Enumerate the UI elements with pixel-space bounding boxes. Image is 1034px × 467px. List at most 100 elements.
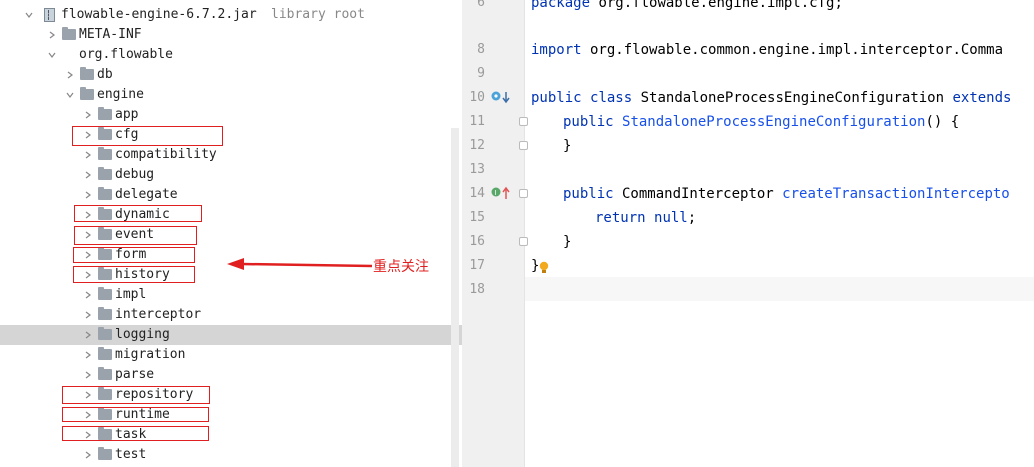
- chevron-right-icon[interactable]: [81, 165, 95, 185]
- tree-scrollbar[interactable]: [451, 128, 459, 467]
- highlight-box-runtime: [62, 407, 209, 422]
- tree-item-impl[interactable]: impl: [0, 285, 462, 305]
- tree-item-delegate[interactable]: delegate: [0, 185, 462, 205]
- line-number: 14: [469, 186, 485, 201]
- tree-item-label: db: [97, 67, 113, 82]
- tree-item-app[interactable]: app: [0, 105, 462, 125]
- tree-item-logging[interactable]: logging: [0, 325, 462, 345]
- line-number: 15: [469, 210, 485, 225]
- folder-icon: [80, 67, 94, 80]
- folder-icon: [98, 307, 112, 320]
- line-number: 13: [469, 162, 485, 177]
- fold-marker[interactable]: [519, 117, 528, 126]
- library-root-hint: library root: [271, 7, 365, 22]
- folder-icon: [98, 187, 112, 200]
- code-line-14: public CommandInterceptor createTransact…: [563, 186, 1010, 202]
- line-number: 12: [469, 138, 485, 153]
- code-line-10: public class StandaloneProcessEngineConf…: [531, 90, 1012, 106]
- fold-marker[interactable]: [519, 189, 528, 198]
- chevron-down-icon[interactable]: [22, 5, 36, 25]
- tree-item-label: debug: [115, 167, 155, 182]
- code-line-12: }: [563, 138, 572, 154]
- code-line-15: return null;: [595, 210, 697, 226]
- chevron-right-icon[interactable]: [81, 365, 95, 385]
- tree-root-label: flowable-engine-6.7.2.jar: [61, 7, 257, 22]
- implements-gutter-icon[interactable]: I: [491, 186, 513, 202]
- line-number: 9: [477, 66, 485, 81]
- folder-icon: [98, 287, 112, 300]
- chevron-right-icon[interactable]: [63, 65, 77, 85]
- folder-icon: [98, 147, 112, 160]
- chevron-right-icon[interactable]: [81, 305, 95, 325]
- tree-item-label: delegate: [115, 187, 178, 202]
- code-editor[interactable]: 6 8 9 10 11 12 13 14 15 16 17 18 I packa…: [462, 0, 1034, 467]
- folder-icon: [98, 367, 112, 380]
- tree-item-label: META-INF: [79, 27, 142, 42]
- chevron-right-icon[interactable]: [81, 285, 95, 305]
- highlight-box-event: [74, 226, 197, 245]
- tree-item-label: interceptor: [115, 307, 202, 322]
- code-line-16: }: [563, 234, 572, 250]
- code-line-6: package org.flowable.engine.impl.cfg;: [531, 0, 843, 11]
- tree-item-migration[interactable]: migration: [0, 345, 462, 365]
- line-number: 6: [477, 0, 485, 10]
- chevron-right-icon[interactable]: [81, 445, 95, 465]
- line-number: 8: [477, 42, 485, 57]
- code-line-8: import org.flowable.common.engine.impl.i…: [531, 42, 1004, 58]
- tree-item-label: impl: [115, 287, 147, 302]
- tree-item-test[interactable]: test: [0, 445, 462, 465]
- line-number: 18: [469, 282, 485, 297]
- highlight-box-form: [73, 247, 195, 263]
- current-line-highlight: [462, 277, 1034, 301]
- tree-item-label: migration: [115, 347, 186, 362]
- tree-root-row[interactable]: flowable-engine-6.7.2.jar library root: [0, 5, 462, 25]
- chevron-right-icon[interactable]: [81, 105, 95, 125]
- chevron-right-icon[interactable]: [81, 185, 95, 205]
- project-tree-panel: flowable-engine-6.7.2.jar library root M…: [0, 0, 462, 467]
- tree-item-db[interactable]: db: [0, 65, 462, 85]
- folder-icon: [80, 87, 94, 100]
- tree-item-label: org.flowable: [79, 47, 173, 62]
- tree-item-label: engine: [97, 87, 144, 102]
- tree-item-parse[interactable]: parse: [0, 365, 462, 385]
- line-number: 16: [469, 234, 485, 249]
- chevron-right-icon[interactable]: [81, 325, 95, 345]
- tree-item-label: test: [115, 447, 147, 462]
- folder-icon: [98, 327, 112, 340]
- fold-marker[interactable]: [519, 237, 528, 246]
- tree-item-compatibility[interactable]: compatibility: [0, 145, 462, 165]
- overrides-gutter-icon[interactable]: [491, 90, 513, 106]
- chevron-down-icon[interactable]: [63, 85, 77, 105]
- fold-marker[interactable]: [519, 141, 528, 150]
- tree-item-interceptor[interactable]: interceptor: [0, 305, 462, 325]
- tree-item-label: app: [115, 107, 139, 122]
- line-number: 17: [469, 258, 485, 273]
- tree-item-org-flowable[interactable]: org.flowable: [0, 45, 462, 65]
- annotation-text: 重点关注: [373, 259, 429, 275]
- chevron-down-icon[interactable]: [45, 45, 59, 65]
- tree-item-cfg[interactable]: cfg: [0, 125, 462, 145]
- highlight-box-dynamic: [74, 205, 202, 222]
- highlight-box-history: [73, 266, 195, 283]
- highlight-box-cfg: [72, 126, 223, 146]
- folder-icon: [98, 447, 112, 460]
- line-number: 11: [469, 114, 485, 129]
- folder-icon: [98, 347, 112, 360]
- tree-item-engine[interactable]: engine: [0, 85, 462, 105]
- line-number: 10: [469, 90, 485, 105]
- tree-item-dynamic[interactable]: dynamic: [0, 205, 462, 225]
- jar-icon: [44, 8, 55, 22]
- code-line-11: public StandaloneProcessEngineConfigurat…: [563, 114, 960, 130]
- folder-icon: [98, 167, 112, 180]
- folder-icon: [98, 107, 112, 120]
- chevron-right-icon[interactable]: [81, 145, 95, 165]
- tree-item-debug[interactable]: debug: [0, 165, 462, 185]
- annotation-arrow: [227, 258, 373, 270]
- chevron-right-icon[interactable]: [81, 345, 95, 365]
- chevron-right-icon[interactable]: [45, 25, 59, 45]
- tree-item-META-INF[interactable]: META-INF: [0, 25, 462, 45]
- lightbulb-icon[interactable]: [539, 261, 549, 275]
- tree-item-event[interactable]: event: [0, 225, 462, 245]
- highlight-box-task: [62, 426, 209, 441]
- highlight-box-repository: [62, 386, 210, 404]
